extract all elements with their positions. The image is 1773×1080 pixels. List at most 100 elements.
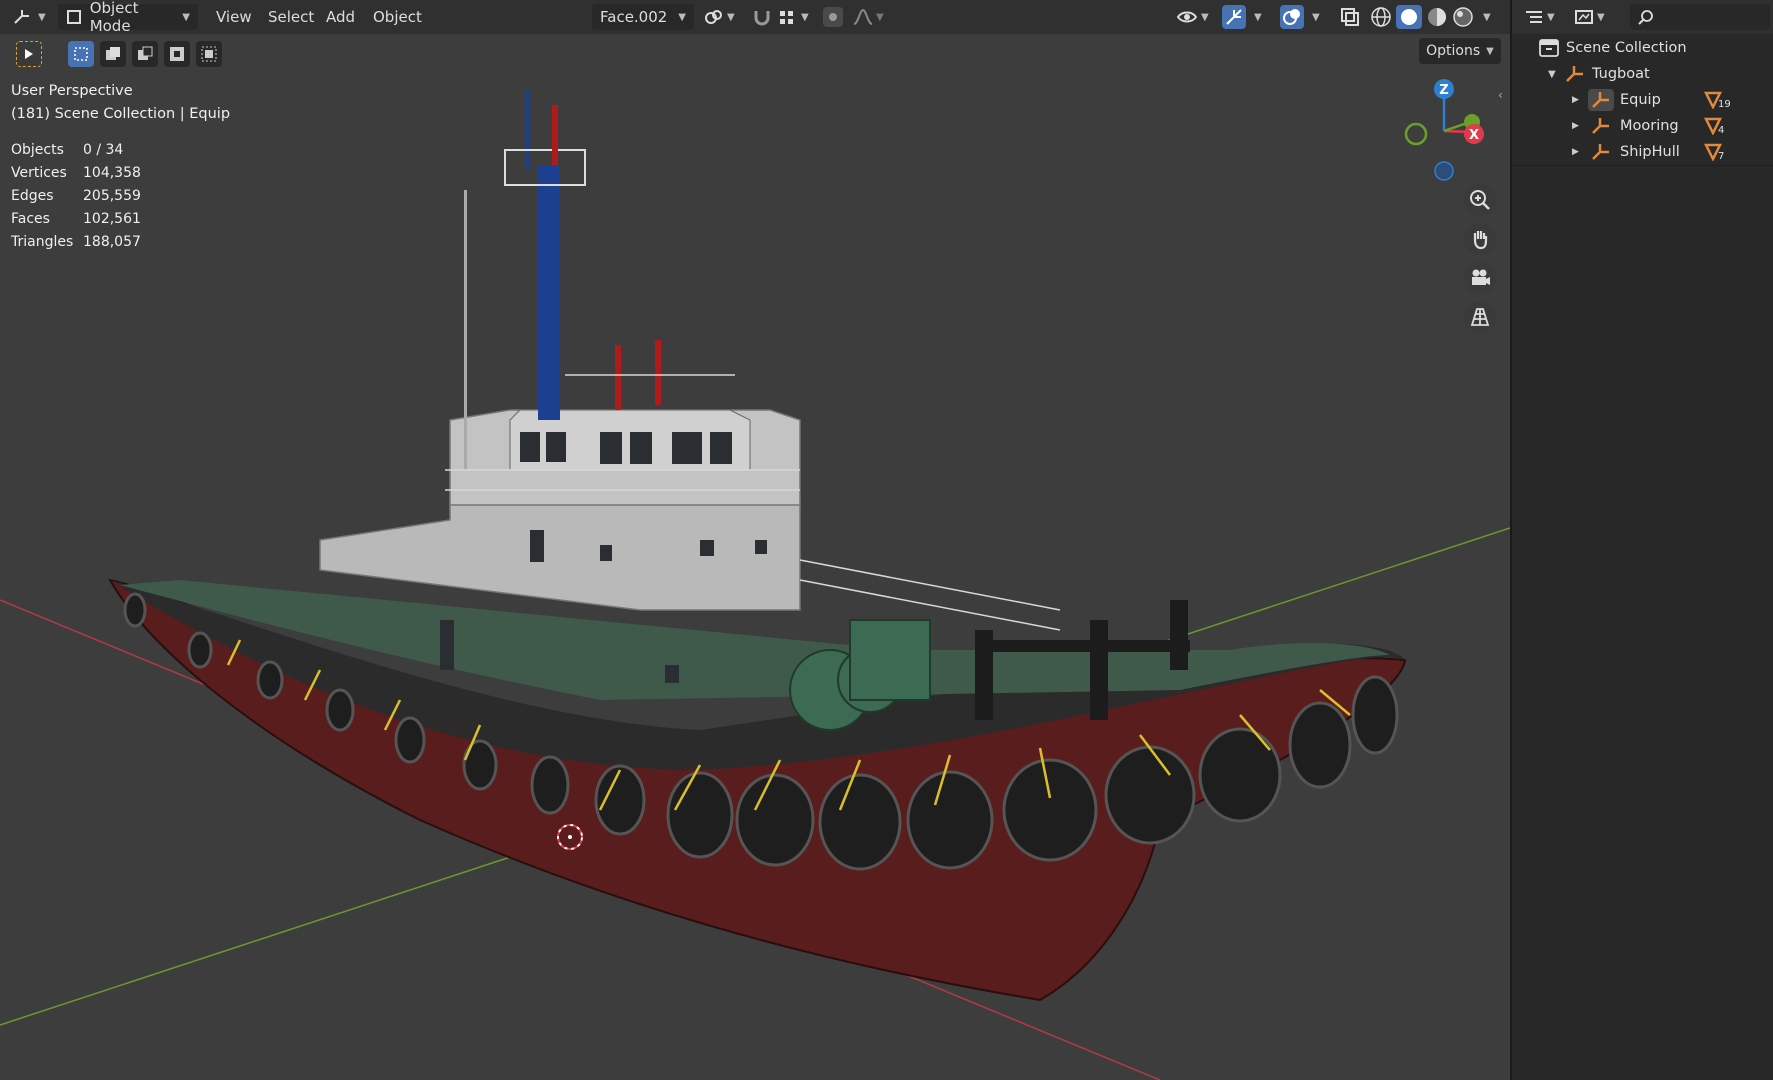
cursor-icon [25,49,33,59]
proportional-edit-icon [823,7,843,27]
empty-axes-icon [1566,66,1583,82]
shading-rendered[interactable] [1452,4,1474,30]
select-box-tool[interactable] [16,41,42,67]
perspective-toggle-button[interactable] [1464,301,1496,333]
chevron-down-icon: ▼ [727,11,735,23]
select-intersect-icon [201,46,217,62]
stat-row: Vertices 104,358 [11,162,141,185]
view-layer-icon [1575,10,1593,24]
zoom-button[interactable] [1464,184,1496,216]
menu-select[interactable]: Select [268,4,314,30]
display-mode-button[interactable]: ▼ [1574,4,1605,30]
viewport-info: User Perspective (181) Scene Collection … [11,80,230,126]
editor-type-button[interactable]: ▼ [12,4,46,30]
camera-view-button[interactable] [1464,262,1496,294]
menu-add[interactable]: Add [326,4,355,30]
tree-item-mooring[interactable]: ▶ Mooring 4 [1572,114,1724,138]
shading-solid[interactable] [1396,4,1422,30]
face-set-dropdown[interactable]: Face.002 ▼ [592,4,694,30]
shading-wireframe[interactable] [1370,4,1392,30]
proportional-edit-toggle[interactable] [822,4,844,30]
gizmo-toggle[interactable]: ▼ [1222,4,1262,30]
grid-perspective-icon [1470,308,1490,326]
falloff-button[interactable]: ▼ [852,4,884,30]
chevron-down-icon: ▼ [38,11,46,23]
tree-item-scene-collection[interactable]: Scene Collection [1538,36,1687,60]
gizmo-z-label: Z [1439,83,1448,98]
expand-arrow-icon[interactable]: ▶ [1572,147,1588,157]
chevron-down-icon: ▼ [876,11,884,23]
gizmo-y-neg [1404,122,1428,146]
stat-label: Triangles [11,234,74,250]
tree-item-equip[interactable]: ▶ Equip 19 [1572,88,1731,112]
cabin-lower [319,499,801,611]
stat-row: Edges 205,559 [11,185,141,208]
outliner-search-input[interactable] [1630,4,1770,30]
antenna [464,190,467,470]
collection-box-icon [1539,39,1559,57]
select-mode-intersect[interactable] [196,41,222,67]
menu-view[interactable]: View [216,4,252,30]
children-count: 7 [1718,150,1725,162]
eye-icon [1176,11,1198,23]
shading-options-dropdown[interactable]: ▼ [1477,4,1491,30]
expand-arrow-icon[interactable]: ▼ [1548,69,1564,80]
chevron-down-icon: ▼ [1486,45,1494,57]
stat-label: Objects [11,142,64,158]
collapse-sidebar-arrow[interactable]: ‹ [1498,88,1503,102]
select-mode-subtract[interactable] [132,41,158,67]
tree-label: ShipHull [1620,144,1680,160]
empty-axes-icon [1588,141,1614,163]
snap-toggle[interactable] [752,4,772,30]
tree-item-tugboat[interactable]: ▼ Tugboat [1548,62,1650,86]
shading-material[interactable] [1426,4,1448,30]
chevron-down-icon: ▼ [801,11,809,23]
expand-arrow-icon[interactable]: ▶ [1572,95,1588,105]
stat-row: Objects 0 / 34 [11,139,141,162]
gizmo-z-neg [1434,161,1454,181]
snap-target-button[interactable]: ▼ [778,4,809,30]
chevron-down-icon: ▼ [1312,11,1320,23]
3d-viewport[interactable]: ▼ Object Mode ▼ View Select Add Object F… [0,0,1510,1080]
stat-value: 205,559 [83,188,141,204]
select-invert-icon [170,47,184,61]
xray-toggle[interactable] [1339,4,1361,30]
visibility-button[interactable]: ▼ [1176,4,1209,30]
transform-pivot-button[interactable]: ▼ [704,4,735,30]
expand-arrow-icon[interactable]: ▶ [1572,121,1588,131]
select-subtract-icon [138,46,153,60]
outliner-panel: ▼ ▼ Scene Collection ▼ Tugboat ▶ Equip 1… [1512,0,1773,1080]
solid-sphere-icon [1396,5,1422,29]
children-count: 19 [1718,98,1731,110]
collection-line: (181) Scene Collection | Equip [11,106,231,122]
stat-value: 188,057 [83,234,141,250]
tree-item-shiphull[interactable]: ▶ ShipHull 7 [1572,140,1724,164]
viewport-header: ▼ Object Mode ▼ View Select Add Object F… [0,0,1510,35]
overlays-toggle[interactable]: ▼ [1280,4,1320,30]
gizmo-icon [1222,5,1246,29]
pan-button[interactable] [1464,223,1496,255]
mast-pole [525,90,529,170]
menu-object[interactable]: Object [373,4,422,30]
outliner-separator [1512,165,1773,166]
stat-label: Vertices [11,165,67,181]
navigation-gizmo[interactable]: Z X [1394,74,1494,184]
mode-dropdown[interactable]: Object Mode ▼ [58,0,198,35]
chevron-down-icon: ▼ [1254,11,1262,23]
options-dropdown[interactable]: Options ▼ [1419,38,1501,64]
select-tool-row [16,40,222,68]
face-set-label: Face.002 [600,8,668,26]
children-count: 4 [1718,124,1725,136]
select-mode-extend[interactable] [100,41,126,67]
link-icon [705,10,722,24]
select-mode-new[interactable] [68,41,94,67]
outliner-editor-type[interactable]: ▼ [1524,4,1555,30]
falloff-curve-icon [853,8,873,25]
object-mode-icon [67,10,81,24]
xray-icon [1341,8,1359,26]
select-mode-invert[interactable] [164,41,190,67]
grid-dots-icon [780,11,793,24]
options-label: Options [1426,43,1481,59]
view-name: User Perspective [11,83,133,99]
camera-icon [1472,269,1490,285]
